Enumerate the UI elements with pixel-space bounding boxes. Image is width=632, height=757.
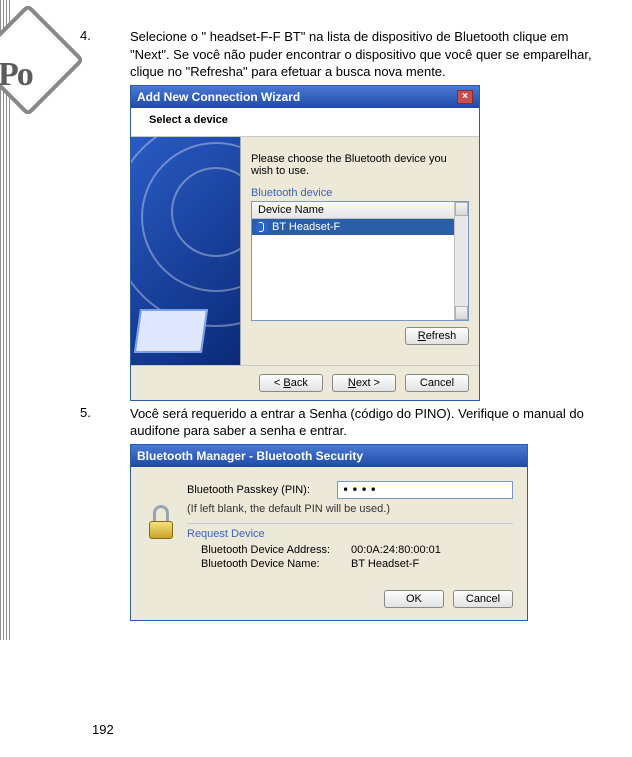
passkey-input[interactable]: •••• xyxy=(337,481,513,499)
device-name-cell: BT Headset-F xyxy=(272,221,340,233)
step-text: Selecione o " headset-F-F BT" na lista d… xyxy=(130,28,610,81)
passkey-label: Bluetooth Passkey (PIN): xyxy=(187,484,337,496)
request-device-group-label: Request Device xyxy=(187,523,513,540)
dialog1-instruction: Please choose the Bluetooth device you w… xyxy=(251,153,469,177)
page-left-decoration: Po xyxy=(0,0,56,640)
lock-icon xyxy=(145,503,177,539)
next-button[interactable]: Next > xyxy=(332,374,396,392)
device-list-header: Device Name xyxy=(252,202,468,219)
step-number: 4. xyxy=(80,28,130,81)
dialog2-titlebar: Bluetooth Manager - Bluetooth Security xyxy=(131,445,527,467)
headset-icon xyxy=(256,221,268,233)
dialog1-titlebar: Add New Connection Wizard × xyxy=(131,86,479,108)
device-list[interactable]: Device Name BT Headset-F xyxy=(251,201,469,321)
ok-button[interactable]: OK xyxy=(384,590,444,608)
refresh-button[interactable]: Refresh xyxy=(405,327,469,345)
wizard-side-graphic xyxy=(131,137,241,365)
close-icon[interactable]: × xyxy=(457,90,473,104)
scroll-up-icon[interactable] xyxy=(455,202,468,216)
cancel-button[interactable]: Cancel xyxy=(405,374,469,392)
back-button[interactable]: < Back xyxy=(259,374,323,392)
scroll-down-icon[interactable] xyxy=(455,306,468,320)
scrollbar[interactable] xyxy=(454,202,468,320)
device-list-item[interactable]: BT Headset-F xyxy=(252,219,468,235)
page-number: 192 xyxy=(92,722,114,737)
passkey-hint: (If left blank, the default PIN will be … xyxy=(187,503,513,515)
device-group-label: Bluetooth device xyxy=(251,187,469,199)
device-address-value: 00:0A:24:80:00:01 xyxy=(351,544,441,556)
instruction-step-5: 5. Você será requerido a entrar a Senha … xyxy=(80,405,610,440)
dialog1-header: Select a device xyxy=(131,108,479,137)
add-connection-wizard-dialog: Add New Connection Wizard × Select a dev… xyxy=(130,85,480,401)
instruction-step-4: 4. Selecione o " headset-F-F BT" na list… xyxy=(80,28,610,81)
logo-badge: Po xyxy=(0,20,78,110)
step-text: Você será requerido a entrar a Senha (có… xyxy=(130,405,610,440)
signal-ring-icon xyxy=(131,137,241,327)
cancel-button[interactable]: Cancel xyxy=(453,590,513,608)
device-name-value: BT Headset-F xyxy=(351,558,419,570)
dialog1-title: Add New Connection Wizard xyxy=(137,90,300,104)
dialog2-title: Bluetooth Manager - Bluetooth Security xyxy=(137,449,363,463)
device-address-label: Bluetooth Device Address: xyxy=(201,544,351,556)
step-number: 5. xyxy=(80,405,130,440)
laptop-icon xyxy=(134,309,208,353)
device-name-label: Bluetooth Device Name: xyxy=(201,558,351,570)
select-device-heading: Select a device xyxy=(149,114,228,126)
bluetooth-security-dialog: Bluetooth Manager - Bluetooth Security B… xyxy=(130,444,528,621)
logo-text: Po xyxy=(0,56,32,94)
